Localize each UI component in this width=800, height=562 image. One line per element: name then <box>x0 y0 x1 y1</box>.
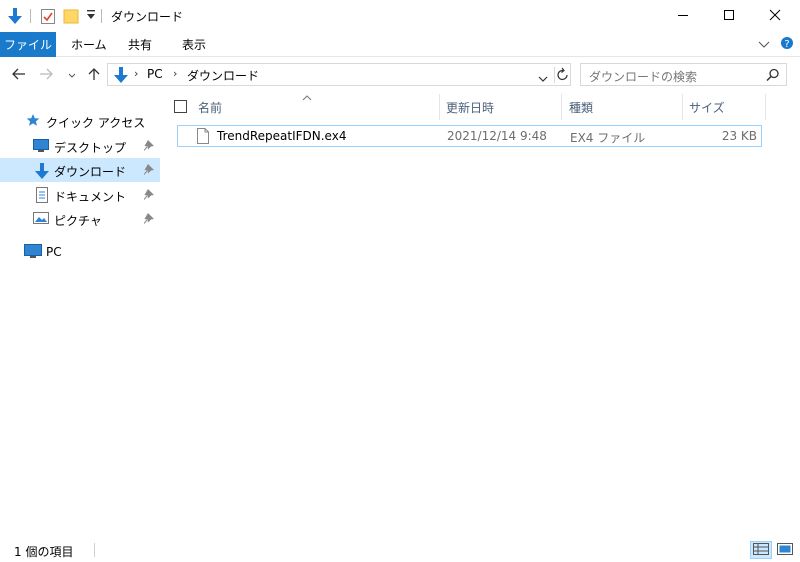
arrow-up-icon <box>88 67 100 84</box>
column-divider[interactable] <box>765 94 766 120</box>
minimize-icon <box>677 9 689 24</box>
address-dropdown-icon[interactable] <box>538 72 548 86</box>
status-bar: 1 個の項目 <box>0 537 800 562</box>
address-bar[interactable]: › PC › ダウンロード <box>107 63 571 86</box>
sidebar-item-documents[interactable]: ドキュメント <box>0 183 160 207</box>
sidebar-item-label: クイック アクセス <box>46 116 146 130</box>
search-input[interactable]: ダウンロードの検索 <box>580 63 787 86</box>
sidebar-item-label: ピクチャ <box>54 214 102 228</box>
close-icon <box>769 9 781 24</box>
download-arrow-icon[interactable] <box>7 7 23 28</box>
maximize-button[interactable] <box>706 0 752 32</box>
breadcrumb-downloads[interactable]: ダウンロード <box>187 67 259 84</box>
sidebar-item-desktop[interactable]: デスクトップ <box>0 134 160 158</box>
item-count: 1 個の項目 <box>14 545 74 559</box>
chevron-down-icon <box>68 68 76 82</box>
tab-file[interactable]: ファイル <box>0 32 56 57</box>
chevron-right-icon[interactable]: › <box>173 67 177 80</box>
ribbon: ファイル ホーム 共有 表示 ? <box>0 32 800 57</box>
column-header-size[interactable]: サイズ <box>689 94 725 120</box>
desktop-icon <box>33 138 49 156</box>
refresh-icon[interactable] <box>556 67 570 86</box>
expand-ribbon-button[interactable] <box>758 32 770 57</box>
navigation-pane: クイック アクセス デスクトップ ダウンロード ドキュメント ピクチャ PC <box>0 92 160 532</box>
separator <box>94 543 95 557</box>
pin-icon[interactable] <box>143 164 154 178</box>
arrow-left-icon <box>12 68 26 83</box>
file-size: 23 KB <box>721 129 757 143</box>
title-bar: ダウンロード <box>0 0 800 32</box>
large-icons-view-icon <box>777 542 793 558</box>
sidebar-item-pictures[interactable]: ピクチャ <box>0 207 160 231</box>
new-folder-icon[interactable] <box>63 7 79 28</box>
sidebar-item-downloads[interactable]: ダウンロード <box>0 158 160 182</box>
details-view-button[interactable] <box>750 541 772 559</box>
select-all-checkbox[interactable] <box>174 100 187 113</box>
computer-icon <box>24 244 42 262</box>
close-button[interactable] <box>752 0 798 32</box>
column-divider[interactable] <box>561 94 562 120</box>
sidebar-item-label: デスクトップ <box>54 141 127 155</box>
up-button[interactable] <box>84 65 104 85</box>
document-icon <box>35 187 49 206</box>
file-modified: 2021/12/14 9:48 <box>447 129 547 143</box>
details-view-icon <box>753 542 769 558</box>
pin-icon[interactable] <box>143 189 154 203</box>
sidebar-item-label: ダウンロード <box>54 165 127 179</box>
column-header-modified[interactable]: 更新日時 <box>446 94 494 120</box>
tab-view[interactable]: 表示 <box>182 32 206 57</box>
column-header-name[interactable]: 名前 <box>198 94 222 120</box>
sidebar-item-label: PC <box>46 245 62 259</box>
separator <box>101 9 102 23</box>
table-row[interactable]: TrendRepeatIFDN.ex4 2021/12/14 9:48 EX4 … <box>177 125 762 147</box>
picture-icon <box>33 211 49 228</box>
window-title: ダウンロード <box>111 10 184 24</box>
separator <box>554 67 555 83</box>
tab-home[interactable]: ホーム <box>71 32 107 57</box>
arrow-right-icon <box>39 68 53 83</box>
search-icon[interactable] <box>766 68 780 85</box>
back-button[interactable] <box>9 65 29 85</box>
maximize-icon <box>723 9 735 24</box>
pin-icon[interactable] <box>143 213 154 227</box>
star-icon <box>26 113 40 130</box>
sort-ascending-icon <box>302 90 312 104</box>
column-divider[interactable] <box>682 94 683 120</box>
sidebar-item-pc[interactable]: PC <box>0 240 160 264</box>
search-placeholder: ダウンロードの検索 <box>589 70 698 84</box>
pin-icon[interactable] <box>143 140 154 154</box>
column-header-type[interactable]: 種類 <box>569 94 593 120</box>
address-row: › PC › ダウンロード ダウンロードの検索 <box>0 58 800 92</box>
file-type: EX4 ファイル <box>570 131 646 145</box>
separator <box>30 9 31 23</box>
properties-icon[interactable] <box>40 7 56 28</box>
help-button[interactable]: ? <box>780 32 794 57</box>
file-icon <box>197 128 209 147</box>
breadcrumb-pc[interactable]: PC <box>147 67 163 81</box>
chevron-down-icon <box>758 38 770 52</box>
recent-locations-button[interactable] <box>62 65 82 85</box>
chevron-right-icon[interactable]: › <box>134 67 138 80</box>
large-icons-view-button[interactable] <box>774 541 796 559</box>
forward-button[interactable] <box>36 65 56 85</box>
sidebar-item-label: ドキュメント <box>54 190 127 204</box>
download-arrow-icon <box>34 162 50 183</box>
tab-share[interactable]: 共有 <box>128 32 152 57</box>
minimize-button[interactable] <box>660 0 706 32</box>
file-name[interactable]: TrendRepeatIFDN.ex4 <box>217 129 346 143</box>
column-divider[interactable] <box>439 94 440 120</box>
svg-text:?: ? <box>784 39 789 50</box>
download-arrow-icon <box>113 66 129 87</box>
customize-dropdown-icon[interactable] <box>86 9 96 24</box>
sidebar-item-quick-access[interactable]: クイック アクセス <box>0 109 160 133</box>
file-list: 名前 更新日時 種類 サイズ TrendRepeatIFDN.ex4 2021/… <box>160 92 800 532</box>
help-icon: ? <box>780 36 794 53</box>
